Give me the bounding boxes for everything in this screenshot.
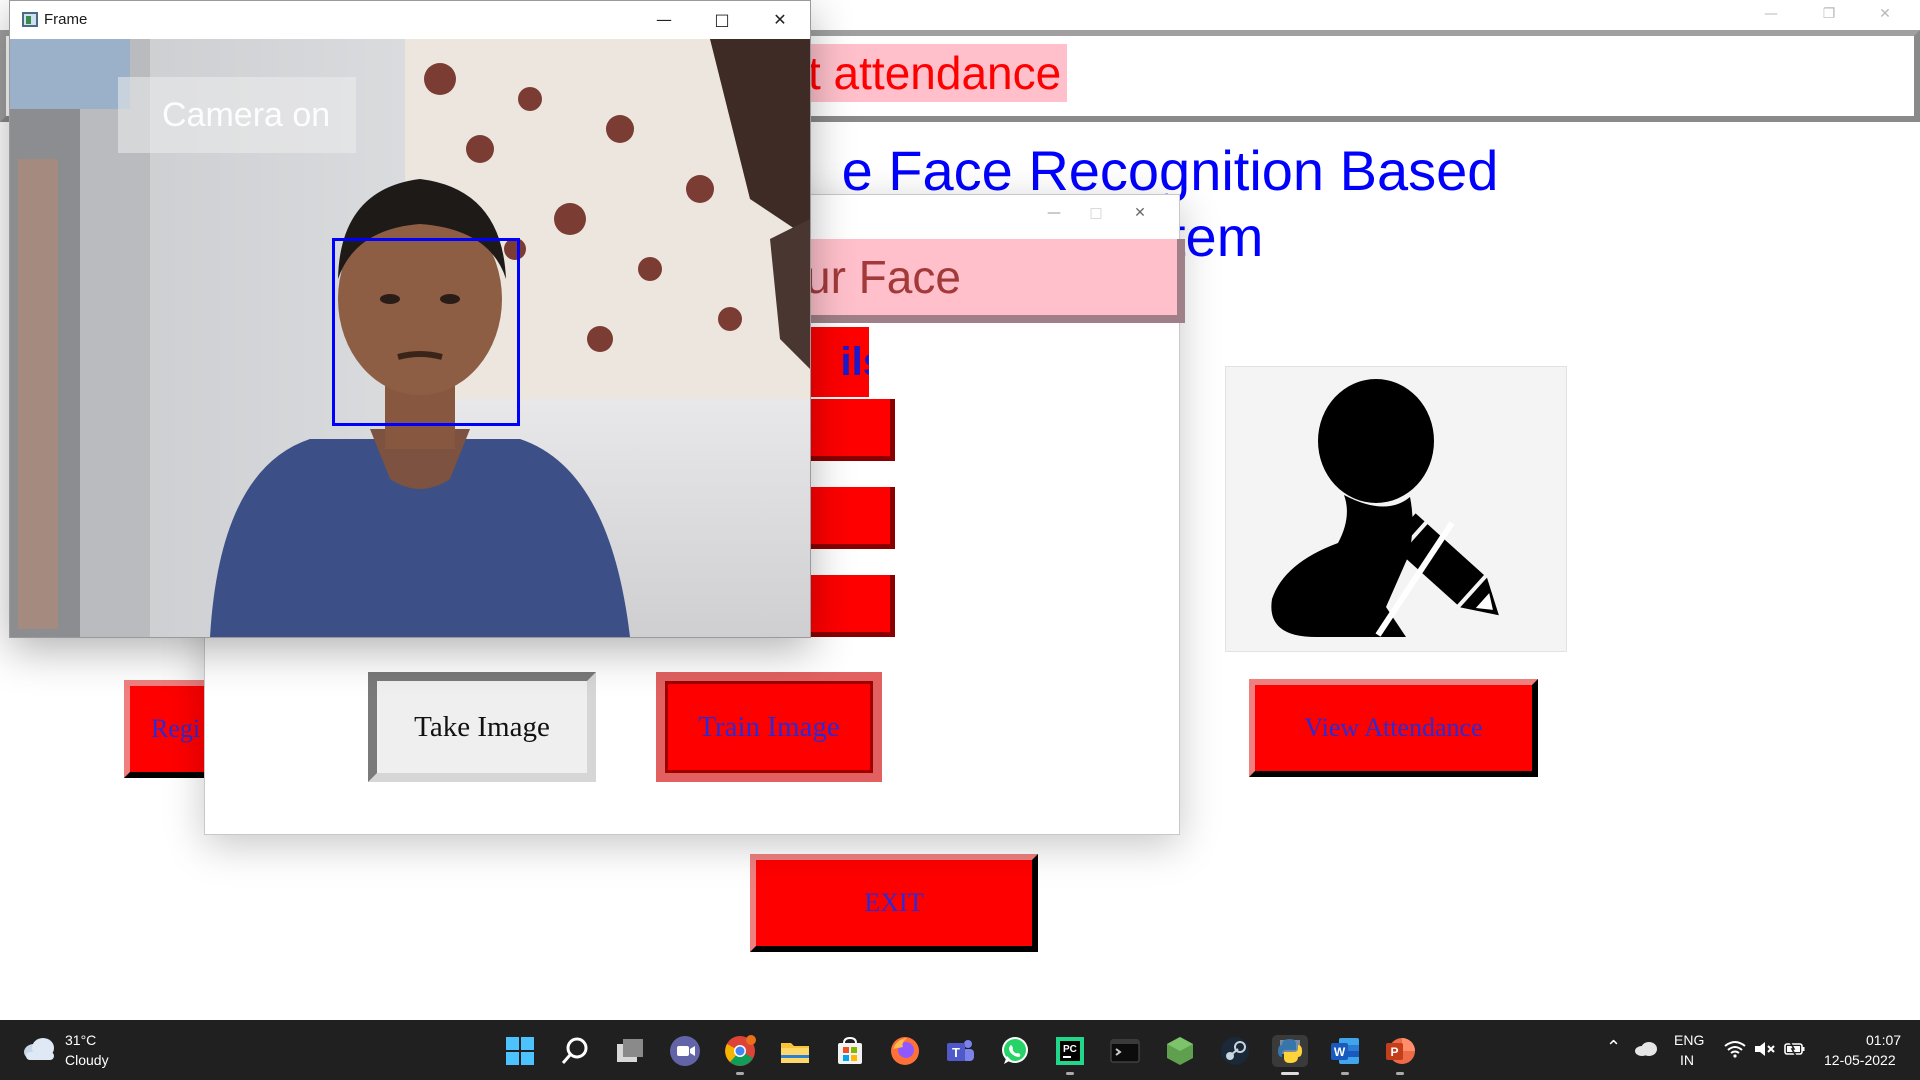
register-button[interactable]: Regi xyxy=(124,680,214,778)
svg-text:T: T xyxy=(952,1045,960,1060)
powerpoint-icon[interactable]: P xyxy=(1384,1035,1416,1067)
running-indicator xyxy=(736,1072,744,1075)
search-icon[interactable] xyxy=(559,1035,591,1067)
word-icon[interactable]: W xyxy=(1329,1035,1361,1067)
nodejs-icon[interactable] xyxy=(1164,1035,1196,1067)
frame-title: Frame xyxy=(44,11,88,28)
frame-window: Frame — □ ✕ Camera on xyxy=(9,0,811,638)
chrome-icon[interactable] xyxy=(724,1035,756,1067)
exit-button[interactable]: EXIT xyxy=(750,854,1038,952)
speaker-muted-icon[interactable] xyxy=(1754,1040,1776,1058)
task-view-icon[interactable] xyxy=(614,1035,646,1067)
chevron-up-icon[interactable]: ⌃ xyxy=(1606,1039,1621,1057)
close-icon[interactable]: ✕ xyxy=(1117,199,1163,229)
user-edit-icon xyxy=(1225,366,1567,652)
header-label: t attendance xyxy=(802,44,1068,102)
maximize-icon: □ xyxy=(1089,205,1103,221)
app-icon xyxy=(22,12,38,27)
svg-text:PC: PC xyxy=(1063,1044,1077,1055)
microsoft-store-icon[interactable] xyxy=(834,1035,866,1067)
weather-description[interactable]: Cloudy xyxy=(65,1051,109,1069)
cloud-icon[interactable] xyxy=(22,1036,56,1062)
weather-temperature[interactable]: 31°C xyxy=(65,1031,96,1049)
taskbar: 31°C Cloudy T PC W P ⌃ ENG IN 01:07 12-0… xyxy=(0,1020,1920,1080)
restore-icon[interactable]: ❐ xyxy=(1806,0,1852,30)
camera-on-label: Camera on xyxy=(118,77,356,153)
svg-text:P: P xyxy=(1390,1045,1398,1059)
running-indicator xyxy=(1341,1072,1349,1075)
terminal-icon[interactable] xyxy=(1109,1035,1141,1067)
svg-text:W: W xyxy=(1334,1045,1346,1059)
pycharm-icon[interactable]: PC xyxy=(1054,1035,1086,1067)
whatsapp-icon[interactable] xyxy=(999,1035,1031,1067)
clock-date[interactable]: 12-05-2022 xyxy=(1824,1051,1896,1069)
close-icon[interactable]: ✕ xyxy=(751,1,809,39)
language-code[interactable]: ENG xyxy=(1674,1031,1704,1049)
extra-entry-field[interactable] xyxy=(805,575,895,637)
dialog-heading-text: ur Face xyxy=(805,251,961,303)
dialog-heading: ur Face xyxy=(805,239,1185,323)
windows-start-icon[interactable] xyxy=(504,1035,536,1067)
firefox-icon[interactable] xyxy=(889,1035,921,1067)
name-entry-field[interactable] xyxy=(805,399,895,461)
dialog-subheading-text: ils xyxy=(840,340,869,384)
running-indicator xyxy=(1066,1072,1074,1075)
train-image-button[interactable]: Train Image xyxy=(656,672,882,782)
minimize-icon[interactable]: — xyxy=(1748,0,1794,30)
battery-icon[interactable] xyxy=(1784,1040,1806,1058)
maximize-icon[interactable]: □ xyxy=(693,1,751,39)
frame-titlebar: Frame — □ ✕ xyxy=(10,1,810,39)
clock-time[interactable]: 01:07 xyxy=(1866,1031,1901,1049)
minimize-icon[interactable]: — xyxy=(635,1,693,39)
running-indicator xyxy=(1396,1072,1404,1075)
face-detection-box xyxy=(332,238,520,426)
language-region[interactable]: IN xyxy=(1680,1051,1694,1069)
python-icon[interactable] xyxy=(1272,1035,1308,1067)
id-entry-field[interactable] xyxy=(805,487,895,549)
meet-now-icon[interactable] xyxy=(669,1035,701,1067)
dialog-subheading: ils xyxy=(805,327,869,397)
take-image-button[interactable]: Take Image xyxy=(368,672,596,782)
file-explorer-icon[interactable] xyxy=(779,1035,811,1067)
onedrive-icon[interactable] xyxy=(1634,1041,1658,1057)
minimize-icon[interactable]: — xyxy=(1031,199,1077,229)
active-indicator xyxy=(1281,1072,1299,1075)
wifi-icon[interactable] xyxy=(1724,1040,1746,1058)
teams-icon[interactable]: T xyxy=(944,1035,976,1067)
steam-icon[interactable] xyxy=(1219,1035,1251,1067)
camera-feed: Camera on xyxy=(10,39,810,637)
view-attendance-button[interactable]: View Attendance xyxy=(1249,679,1538,777)
close-icon[interactable]: ✕ xyxy=(1862,0,1908,30)
